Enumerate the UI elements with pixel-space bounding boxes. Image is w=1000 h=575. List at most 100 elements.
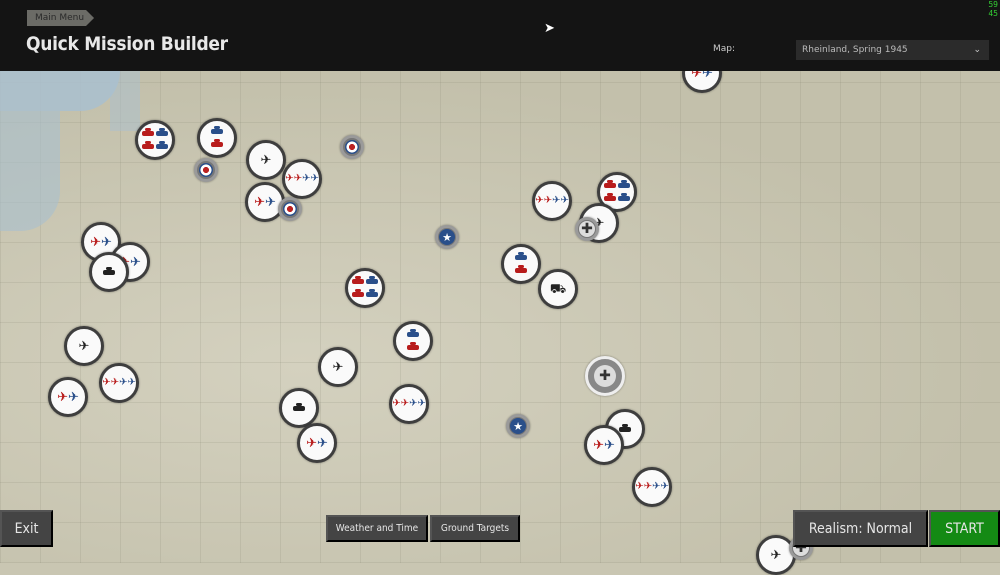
plane-single-icon: ✈ xyxy=(770,547,782,563)
plane-group-icon: ✈✈ xyxy=(102,377,119,388)
mission-map[interactable]: ✈✈✈✈✈✈✈✈✈✈✈✈✈✈✚★✈✈✈✈⛟✈✈✚✈✈✈✈✈✈✈✈✈✈★✈✈✈✈✈… xyxy=(0,53,1000,575)
map-marker-airfield-german-cross[interactable]: ✚ xyxy=(585,356,625,396)
tank-pair-icon xyxy=(515,252,527,260)
map-marker-airfield-us-star[interactable]: ★ xyxy=(435,225,459,249)
plane-pair-icon: ✈ xyxy=(57,389,68,405)
chevron-down-icon: ⌄ xyxy=(973,45,981,55)
map-marker-plane-single[interactable]: ✈ xyxy=(64,326,104,366)
map-select[interactable]: Rheinland, Spring 1945 ⌄ xyxy=(796,40,989,60)
airfield-german-cross-icon: ✚ xyxy=(594,365,616,387)
map-marker-plane-group[interactable]: ✈✈ ✈✈ xyxy=(632,467,672,507)
plane-group-icon: ✈✈ xyxy=(652,481,669,492)
map-marker-tank-single[interactable] xyxy=(89,252,129,292)
plane-group-icon: ✈✈ xyxy=(302,173,319,184)
tank-group-icon xyxy=(351,275,379,301)
map-marker-plane-pair[interactable]: ✈✈ xyxy=(48,377,88,417)
start-button[interactable]: START xyxy=(929,510,1000,547)
plane-pair-icon: ✈ xyxy=(130,254,141,270)
plane-pair-icon: ✈ xyxy=(254,194,265,210)
tank-single-icon xyxy=(293,402,305,411)
map-select-value: Rheinland, Spring 1945 xyxy=(802,45,908,55)
tank-group-icon xyxy=(603,179,631,205)
airfield-raf-roundel-icon xyxy=(283,202,297,216)
plane-pair-icon: ✈ xyxy=(90,234,101,250)
airfield-german-cross-icon: ✚ xyxy=(579,221,595,237)
tank-pair-icon xyxy=(515,265,527,273)
airfield-us-star-icon: ★ xyxy=(439,229,455,245)
map-marker-plane-group[interactable]: ✈✈ ✈✈ xyxy=(389,384,429,424)
plane-single-icon: ✈ xyxy=(332,359,344,375)
plane-pair-icon: ✈ xyxy=(68,389,79,405)
tank-group-icon xyxy=(366,289,378,297)
plane-pair-icon: ✈ xyxy=(265,194,276,210)
tank-group-icon xyxy=(604,193,616,201)
fps-counter: 59 45 xyxy=(988,0,998,18)
weather-and-time-button[interactable]: Weather and Time xyxy=(326,515,428,542)
map-marker-airfield-raf-roundel[interactable] xyxy=(278,197,302,221)
tank-pair-icon xyxy=(210,125,224,151)
river-water-2 xyxy=(110,71,140,131)
main-menu-breadcrumb[interactable]: Main Menu xyxy=(27,10,95,26)
river-water xyxy=(0,71,120,111)
plane-pair-icon: ✈ xyxy=(317,435,328,451)
map-marker-plane-pair[interactable]: ✈✈ xyxy=(584,425,624,465)
map-marker-plane-single[interactable]: ✈ xyxy=(318,347,358,387)
truck-icon: ⛟ xyxy=(549,281,567,297)
tank-group-icon xyxy=(156,128,168,136)
map-marker-tank-group[interactable] xyxy=(345,268,385,308)
plane-pair-icon: ✈ xyxy=(604,437,615,453)
top-bar: Main Menu Quick Mission Builder Map: Rhe… xyxy=(0,0,1000,71)
map-marker-airfield-raf-roundel[interactable] xyxy=(194,158,218,182)
tank-pair-icon xyxy=(407,329,419,337)
map-marker-plane-group[interactable]: ✈✈ ✈✈ xyxy=(282,159,322,199)
tank-group-icon xyxy=(618,193,630,201)
plane-group-icon: ✈✈ xyxy=(285,173,302,184)
tank-pair-icon xyxy=(514,251,528,277)
tank-pair-icon xyxy=(406,328,420,354)
tank-group-icon xyxy=(142,141,154,149)
map-marker-tank-pair[interactable] xyxy=(501,244,541,284)
plane-group-icon: ✈✈ xyxy=(535,195,552,206)
ground-targets-button[interactable]: Ground Targets xyxy=(430,515,520,542)
map-marker-tank-single[interactable] xyxy=(279,388,319,428)
map-marker-plane-single[interactable]: ✈ xyxy=(246,140,286,180)
exit-button[interactable]: Exit xyxy=(0,510,53,547)
tank-pair-icon xyxy=(211,126,223,134)
plane-single-icon: ✈ xyxy=(260,152,272,168)
map-marker-tank-group[interactable] xyxy=(135,120,175,160)
tank-group-icon xyxy=(604,180,616,188)
tank-group-icon xyxy=(618,180,630,188)
map-marker-airfield-german-cross[interactable]: ✚ xyxy=(575,217,599,241)
map-marker-plane-pair[interactable]: ✈✈ xyxy=(297,423,337,463)
tank-pair-icon xyxy=(211,139,223,147)
tank-pair-icon xyxy=(407,342,419,350)
tank-group-icon xyxy=(366,276,378,284)
mouse-cursor-icon: ➤ xyxy=(544,21,555,36)
map-marker-airfield-us-star[interactable]: ★ xyxy=(506,414,530,438)
realism-button[interactable]: Realism: Normal xyxy=(793,510,928,547)
map-marker-airfield-raf-roundel[interactable] xyxy=(340,135,364,159)
fps-value-2: 45 xyxy=(988,9,998,18)
plane-group-icon: ✈✈ xyxy=(119,377,136,388)
plane-group-icon: ✈✈ xyxy=(392,398,409,409)
tank-group-icon xyxy=(352,276,364,284)
map-marker-tank-pair[interactable] xyxy=(393,321,433,361)
plane-group-icon: ✈✈ xyxy=(635,481,652,492)
tank-group-icon xyxy=(156,141,168,149)
map-marker-truck[interactable]: ⛟ xyxy=(538,269,578,309)
plane-group-icon: ✈✈ xyxy=(552,195,569,206)
plane-single-icon: ✈ xyxy=(78,338,90,354)
airfield-raf-roundel-icon xyxy=(345,140,359,154)
plane-pair-icon: ✈ xyxy=(593,437,604,453)
tank-group-icon xyxy=(142,128,154,136)
fps-value: 59 xyxy=(988,0,998,9)
plane-pair-icon: ✈ xyxy=(306,435,317,451)
tank-group-icon xyxy=(352,289,364,297)
plane-group-icon: ✈✈ xyxy=(409,398,426,409)
map-marker-plane-group[interactable]: ✈✈ ✈✈ xyxy=(532,181,572,221)
plane-pair-icon: ✈ xyxy=(101,234,112,250)
airfield-raf-roundel-icon xyxy=(199,163,213,177)
estuary-water xyxy=(0,111,60,231)
map-marker-tank-pair[interactable] xyxy=(197,118,237,158)
map-marker-plane-group[interactable]: ✈✈ ✈✈ xyxy=(99,363,139,403)
